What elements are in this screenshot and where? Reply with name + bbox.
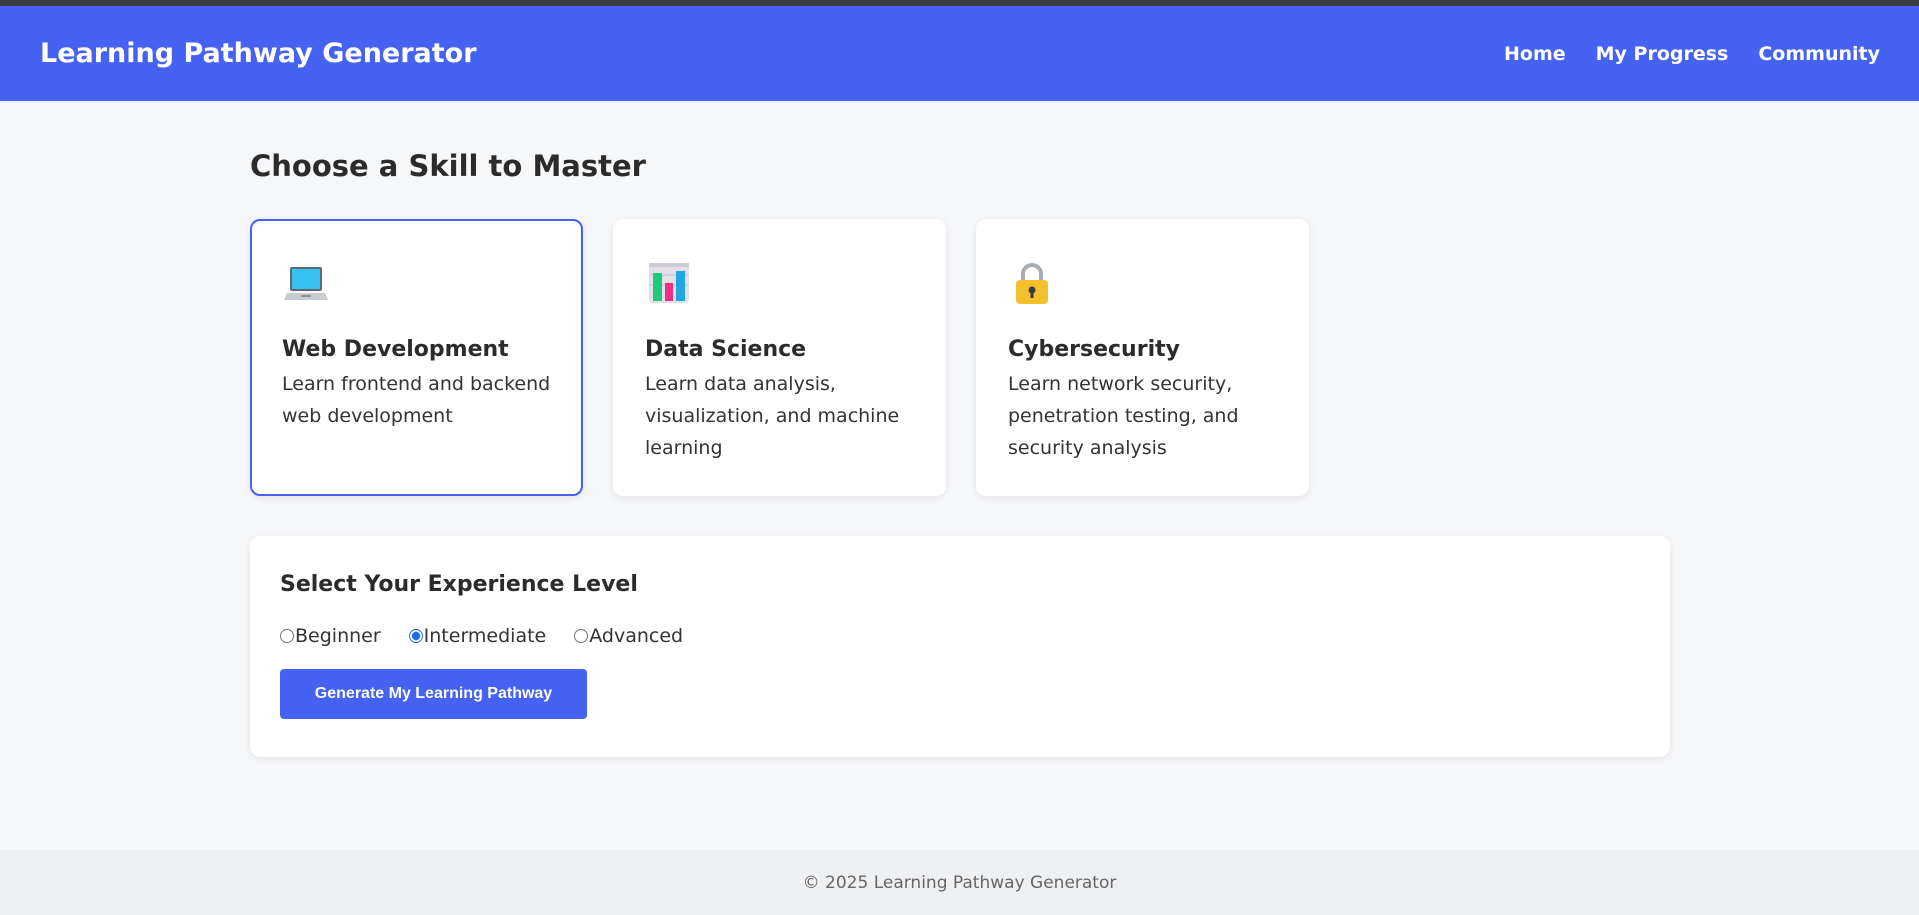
main-nav: Home My Progress Community xyxy=(1504,43,1880,65)
radio-advanced[interactable]: Advanced xyxy=(574,625,683,647)
page-footer: © 2025 Learning Pathway Generator xyxy=(0,850,1919,915)
generate-pathway-button[interactable]: Generate My Learning Pathway xyxy=(280,669,587,719)
lock-icon xyxy=(1016,263,1048,304)
radio-beginner-input[interactable] xyxy=(280,629,294,643)
radio-beginner-label: Beginner xyxy=(295,625,381,647)
skill-card-cybersecurity[interactable]: Cybersecurity Learn network security, pe… xyxy=(976,219,1309,496)
nav-home-link[interactable]: Home xyxy=(1504,43,1566,65)
laptop-icon xyxy=(284,267,328,300)
skill-card-description: Learn data analysis, visualization, and … xyxy=(645,373,900,459)
skill-card-title: Cybersecurity xyxy=(1008,337,1180,362)
app-header: Learning Pathway Generator Home My Progr… xyxy=(0,6,1919,101)
experience-radio-group: Beginner Intermediate Advanced xyxy=(280,625,1640,647)
copyright-text: © 2025 Learning Pathway Generator xyxy=(802,872,1117,893)
experience-title: Select Your Experience Level xyxy=(280,572,638,597)
skill-card-description: Learn frontend and backend web developme… xyxy=(282,373,551,427)
radio-intermediate-label: Intermediate xyxy=(423,625,547,647)
page-title: Choose a Skill to Master xyxy=(250,149,646,183)
skill-card-title: Web Development xyxy=(282,337,509,362)
app-title: Learning Pathway Generator xyxy=(40,38,477,69)
nav-my-progress-link[interactable]: My Progress xyxy=(1596,43,1729,65)
skill-card-web-development[interactable]: Web Development Learn frontend and backe… xyxy=(250,219,583,496)
radio-advanced-input[interactable] xyxy=(574,629,589,643)
radio-advanced-label: Advanced xyxy=(589,625,684,647)
bar-chart-icon xyxy=(649,263,689,303)
radio-intermediate[interactable]: Intermediate xyxy=(408,625,547,647)
skill-cards: Web Development Learn frontend and backe… xyxy=(250,219,1309,496)
radio-intermediate-input[interactable] xyxy=(408,629,423,643)
skill-card-data-science[interactable]: Data Science Learn data analysis, visual… xyxy=(613,219,946,496)
skill-card-title: Data Science xyxy=(645,337,807,362)
skill-card-description: Learn network security, penetration test… xyxy=(1008,373,1239,459)
radio-beginner[interactable]: Beginner xyxy=(280,625,381,647)
nav-community-link[interactable]: Community xyxy=(1758,43,1880,65)
experience-panel: Select Your Experience Level Beginner In… xyxy=(250,536,1670,757)
